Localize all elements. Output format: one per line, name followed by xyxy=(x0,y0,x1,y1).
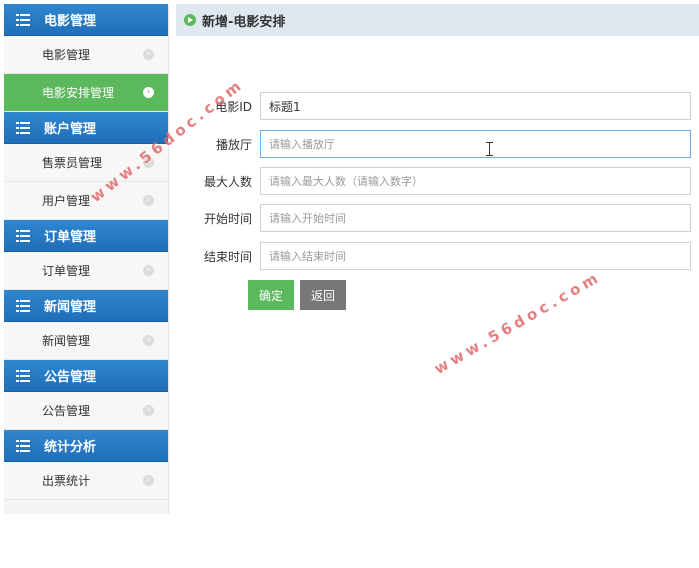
menu-group-title: 订单管理 xyxy=(44,230,97,245)
list-icon xyxy=(16,299,30,312)
form-row-hall: 播放厅 xyxy=(176,130,691,158)
page-title: 新增-电影安排 xyxy=(202,14,286,30)
main-content: 新增-电影安排 电影ID 播放厅 最大人数 开始时间 结束时间 确定 返回 xyxy=(176,0,699,568)
chevron-right-icon: › xyxy=(143,265,154,276)
sidebar-item-ticket-stats[interactable]: 出票统计 › xyxy=(4,462,168,500)
menu-group-title: 账户管理 xyxy=(44,122,97,137)
sidebar-item-label: 出票统计 xyxy=(42,474,91,488)
confirm-button[interactable]: 确定 xyxy=(248,280,294,310)
start-time-label: 开始时间 xyxy=(203,211,252,226)
max-people-label: 最大人数 xyxy=(203,174,252,189)
sidebar-item-notice[interactable]: 公告管理 › xyxy=(4,392,168,430)
sidebar-item-label: 订单管理 xyxy=(42,264,91,278)
sidebar-item-label: 公告管理 xyxy=(42,404,91,418)
menu-group-account[interactable]: 账户管理 xyxy=(4,112,168,144)
start-time-input[interactable] xyxy=(260,204,691,232)
list-icon xyxy=(16,13,30,26)
menu-group-stats[interactable]: 统计分析 xyxy=(4,430,168,462)
back-button[interactable]: 返回 xyxy=(300,280,346,310)
list-icon xyxy=(16,369,30,382)
sidebar-item-label: 售票员管理 xyxy=(42,156,103,170)
menu-group-order[interactable]: 订单管理 xyxy=(4,220,168,252)
list-icon xyxy=(16,121,30,134)
sidebar: 电影管理 电影管理 › 电影安排管理 › 账户管理 售票员管理 › 用户管理 ›… xyxy=(4,4,169,514)
menu-group-title: 统计分析 xyxy=(44,440,97,455)
menu-group-title: 公告管理 xyxy=(44,370,97,385)
chevron-right-icon: › xyxy=(143,87,154,98)
end-time-input[interactable] xyxy=(260,242,691,270)
chevron-right-icon: › xyxy=(143,49,154,60)
hall-label: 播放厅 xyxy=(215,137,252,152)
sidebar-item-label: 新闻管理 xyxy=(42,334,91,348)
movie-id-input[interactable] xyxy=(260,92,691,120)
menu-group-movie[interactable]: 电影管理 xyxy=(4,4,168,36)
sidebar-item-label: 电影管理 xyxy=(42,48,91,62)
sidebar-item-order[interactable]: 订单管理 › xyxy=(4,252,168,290)
menu-group-notice[interactable]: 公告管理 xyxy=(4,360,168,392)
chevron-right-icon: › xyxy=(143,335,154,346)
page-header: 新增-电影安排 xyxy=(176,4,699,36)
max-people-input[interactable] xyxy=(260,167,691,195)
chevron-right-icon: › xyxy=(143,405,154,416)
end-time-label: 结束时间 xyxy=(203,249,252,264)
sidebar-item-schedule[interactable]: 电影安排管理 › xyxy=(4,74,168,112)
sidebar-item-label: 用户管理 xyxy=(42,194,91,208)
form-row-end-time: 结束时间 xyxy=(176,242,691,270)
form-row-max-people: 最大人数 xyxy=(176,167,691,195)
menu-group-title: 新闻管理 xyxy=(44,300,97,315)
list-icon xyxy=(16,229,30,242)
hall-input[interactable] xyxy=(260,130,691,158)
sidebar-item-movie[interactable]: 电影管理 › xyxy=(4,36,168,74)
text-cursor-icon xyxy=(486,142,494,156)
sidebar-item-user[interactable]: 用户管理 › xyxy=(4,182,168,220)
chevron-right-icon: › xyxy=(143,475,154,486)
play-circle-icon xyxy=(184,14,196,26)
list-icon xyxy=(16,439,30,452)
chevron-right-icon: › xyxy=(143,195,154,206)
menu-group-news[interactable]: 新闻管理 xyxy=(4,290,168,322)
form-row-movie-id: 电影ID xyxy=(176,92,691,120)
sidebar-item-news[interactable]: 新闻管理 › xyxy=(4,322,168,360)
form-row-start-time: 开始时间 xyxy=(176,204,691,232)
menu-group-title: 电影管理 xyxy=(44,14,97,29)
sidebar-item-label: 电影安排管理 xyxy=(42,86,115,100)
